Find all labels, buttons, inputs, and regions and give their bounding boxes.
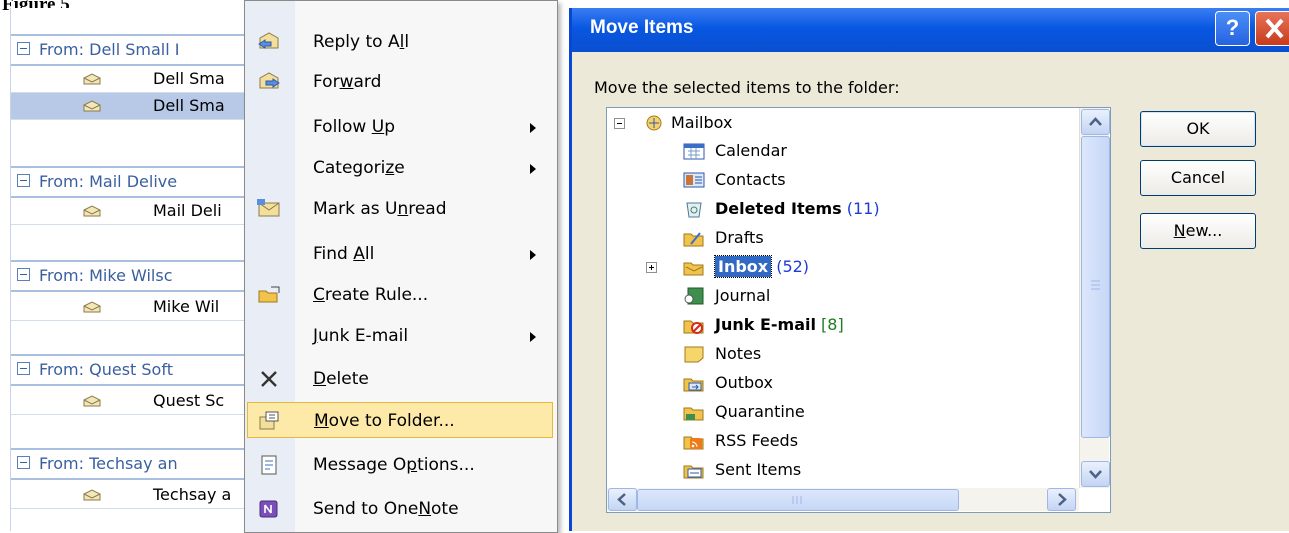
menu-item-move-to-folder[interactable]: Move to Folder... <box>247 402 553 438</box>
message-list: From: Dell Small I Dell Sma Dell Sma Fro… <box>10 8 279 531</box>
list-item[interactable]: Dell Sma <box>11 66 269 93</box>
scroll-thumb[interactable] <box>1081 136 1110 438</box>
group-header[interactable]: From: Techsay an <box>11 448 269 480</box>
envelope-open-icon <box>83 73 101 85</box>
group-header[interactable]: From: Quest Soft <box>11 354 269 386</box>
collapse-icon[interactable] <box>17 42 30 55</box>
inbox-icon <box>683 262 704 276</box>
collapse-icon[interactable] <box>17 362 30 375</box>
menu-item-create-rule[interactable]: Create Rule... <box>245 280 555 310</box>
sent-items-icon <box>683 465 704 479</box>
new-folder-button[interactable]: New... <box>1140 213 1256 249</box>
mailbox-icon <box>646 115 662 131</box>
submenu-arrow-icon <box>530 164 536 174</box>
menu-item-delete[interactable]: Delete <box>245 364 555 394</box>
chevron-left-icon <box>617 493 626 506</box>
list-item[interactable]: Mike Wil <box>11 294 269 321</box>
submenu-arrow-icon <box>530 332 536 342</box>
envelope-open-icon <box>83 395 101 407</box>
menu-item-follow-up[interactable]: Follow Up <box>245 112 555 142</box>
envelope-open-icon <box>83 301 101 313</box>
ok-button[interactable]: OK <box>1140 111 1256 147</box>
chevron-down-icon <box>1089 470 1102 479</box>
junk-email-icon <box>683 320 704 334</box>
dialog-title: Move Items <box>590 17 694 38</box>
message-options-icon <box>261 455 277 475</box>
menu-item-categorize[interactable]: Categorize <box>245 153 555 183</box>
outbox-icon <box>683 378 704 392</box>
forward-icon <box>259 72 280 89</box>
horizontal-scrollbar[interactable] <box>607 488 1079 511</box>
grip-icon <box>1091 280 1100 290</box>
collapse-icon[interactable] <box>17 174 30 187</box>
cancel-button[interactable]: Cancel <box>1140 160 1256 196</box>
mark-unread-icon <box>257 199 280 217</box>
scroll-down-button[interactable] <box>1081 461 1110 487</box>
scroll-left-button[interactable] <box>608 488 637 511</box>
envelope-open-icon <box>83 100 101 112</box>
menu-item-mark-unread[interactable]: Mark as Unread <box>245 194 555 224</box>
deleted-items-icon <box>686 202 702 218</box>
envelope-open-icon <box>83 489 101 501</box>
expand-icon[interactable] <box>646 262 657 273</box>
journal-icon <box>684 287 704 305</box>
collapse-icon[interactable] <box>17 456 30 469</box>
collapse-icon[interactable] <box>614 118 625 129</box>
menu-item-junk-email[interactable]: Junk E-mail <box>245 321 555 351</box>
create-rule-icon <box>258 286 280 303</box>
grip-icon <box>792 496 802 504</box>
help-button[interactable]: ? <box>1215 11 1250 46</box>
drafts-icon <box>683 232 704 247</box>
list-item[interactable]: Dell Sma <box>11 93 269 120</box>
list-item[interactable]: Techsay a <box>11 482 269 509</box>
group-header[interactable]: From: Mike Wilsc <box>11 260 269 292</box>
close-button[interactable] <box>1255 11 1289 46</box>
submenu-arrow-icon <box>530 123 536 133</box>
calendar-icon <box>683 143 705 160</box>
reply-all-icon <box>258 32 279 49</box>
group-header[interactable]: From: Mail Delive <box>11 166 269 198</box>
onenote-icon <box>259 500 278 518</box>
scroll-thumb-horizontal[interactable] <box>637 489 959 511</box>
menu-item-forward[interactable]: Forward <box>245 67 555 97</box>
dialog-prompt: Move the selected items to the folder: <box>594 78 900 97</box>
folder-tree[interactable]: Mailbox Calendar Contacts Deleted Items … <box>606 107 1111 513</box>
quarantine-icon <box>683 407 704 421</box>
menu-item-send-to-onenote[interactable]: Send to OneNote <box>245 494 555 524</box>
envelope-open-icon <box>83 205 101 217</box>
chevron-up-icon <box>1089 117 1102 126</box>
rss-feeds-icon <box>683 436 704 450</box>
move-to-folder-icon <box>259 411 279 430</box>
notes-icon <box>684 346 704 363</box>
scroll-up-button[interactable] <box>1081 109 1110 135</box>
group-header[interactable]: From: Dell Small I <box>11 34 269 66</box>
collapse-icon[interactable] <box>17 268 30 281</box>
chevron-right-icon <box>1058 493 1067 506</box>
close-icon <box>1265 18 1284 39</box>
vertical-scrollbar[interactable] <box>1079 108 1110 488</box>
contacts-icon <box>683 172 705 188</box>
move-items-dialog: Move Items ? Move the selected items to … <box>569 8 1289 531</box>
submenu-arrow-icon <box>530 250 536 260</box>
context-menu: Reply to All Forward Follow Up Categoriz… <box>244 0 558 533</box>
list-item[interactable]: Mail Deli <box>11 198 269 225</box>
delete-icon <box>261 371 277 387</box>
menu-item-message-options[interactable]: Message Options... <box>245 450 555 480</box>
menu-item-find-all[interactable]: Find All <box>245 239 555 269</box>
list-item[interactable]: Quest Sc <box>11 388 269 415</box>
menu-item-reply-all[interactable]: Reply to All <box>245 27 555 57</box>
scroll-right-button[interactable] <box>1047 488 1076 511</box>
dialog-titlebar[interactable]: Move Items ? <box>572 8 1289 52</box>
